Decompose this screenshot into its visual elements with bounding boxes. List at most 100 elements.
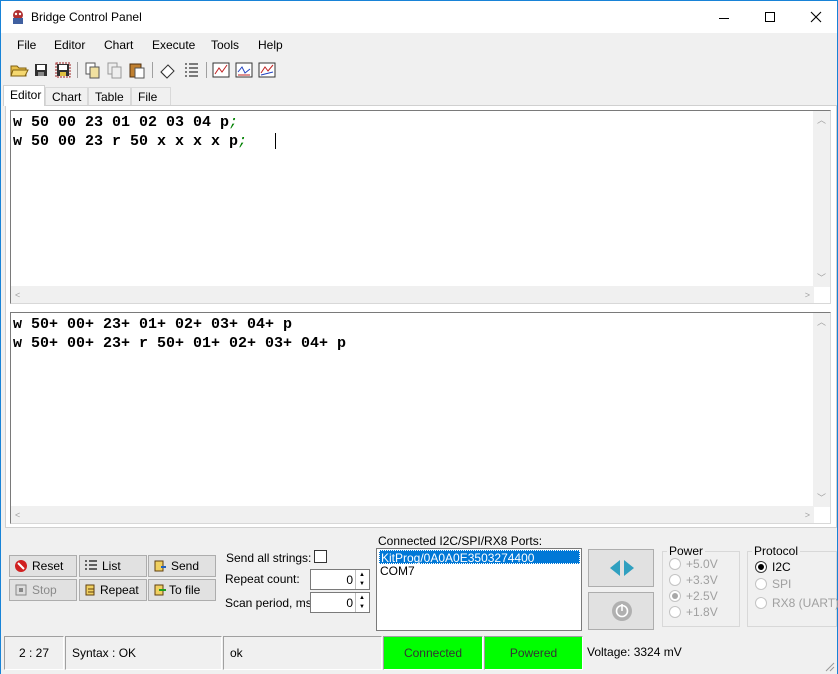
repeat-count-stepper[interactable]: 0 ▲ ▼ bbox=[310, 569, 370, 590]
send-button[interactable]: Send bbox=[148, 555, 216, 577]
close-icon bbox=[810, 11, 822, 23]
scroll-up-icon[interactable]: ︿ bbox=[817, 317, 826, 327]
output-vertical-scrollbar[interactable]: ︿ ﹀ bbox=[813, 313, 830, 507]
menu-chart[interactable]: Chart bbox=[104, 38, 133, 52]
power-title: Power bbox=[667, 544, 706, 558]
ports-list[interactable]: KitProg/0A0A0E3503274400 COM7 bbox=[376, 548, 582, 631]
scroll-left-icon[interactable]: < bbox=[15, 510, 20, 520]
stepper-down-icon[interactable]: ▼ bbox=[359, 604, 365, 610]
status-powered-badge: Powered bbox=[484, 636, 583, 670]
open-icon[interactable] bbox=[9, 60, 29, 80]
repeat-button[interactable]: Repeat bbox=[79, 579, 147, 601]
output-line: w 50+ 00+ 23+ r 50+ 01+ 02+ 03+ 04+ p bbox=[13, 335, 347, 352]
power-toggle-button[interactable] bbox=[588, 592, 654, 630]
list-icon[interactable] bbox=[181, 60, 201, 80]
stepper-buttons[interactable]: ▲ ▼ bbox=[355, 570, 369, 589]
chart1-icon[interactable] bbox=[211, 60, 231, 80]
port-item-com7[interactable]: COM7 bbox=[379, 564, 580, 578]
power-option-2v5[interactable]: +2.5V bbox=[669, 589, 718, 603]
tab-chart[interactable]: Chart bbox=[45, 87, 88, 105]
send-label: Send bbox=[171, 559, 200, 573]
tab-table[interactable]: Table bbox=[88, 87, 131, 105]
menu-file[interactable]: File bbox=[17, 38, 36, 52]
chart3-icon[interactable] bbox=[257, 60, 277, 80]
power-option-label: +2.5V bbox=[686, 589, 718, 603]
menu-help[interactable]: Help bbox=[258, 38, 283, 52]
script-horizontal-scrollbar[interactable]: < > bbox=[11, 286, 814, 303]
protocol-option-rx8[interactable]: RX8 (UART) bbox=[755, 596, 838, 610]
tab-editor[interactable]: Editor bbox=[3, 85, 45, 106]
window-title: Bridge Control Panel bbox=[31, 10, 142, 24]
stop-button[interactable]: Stop bbox=[9, 579, 77, 601]
protocol-option-label: SPI bbox=[772, 577, 792, 591]
power-option-1v8[interactable]: +1.8V bbox=[669, 605, 718, 619]
close-button[interactable] bbox=[793, 1, 838, 33]
erase-icon[interactable] bbox=[158, 60, 178, 80]
scan-period-value: 0 bbox=[346, 596, 353, 610]
protocol-option-spi[interactable]: SPI bbox=[755, 577, 791, 591]
repeat-icon bbox=[85, 584, 95, 596]
menu-tools[interactable]: Tools bbox=[211, 38, 239, 52]
chart2-icon[interactable] bbox=[234, 60, 254, 80]
radio-icon bbox=[755, 597, 767, 609]
list-icon bbox=[85, 560, 97, 570]
scroll-right-icon[interactable]: > bbox=[805, 510, 810, 520]
send-all-strings-checkbox[interactable] bbox=[314, 550, 327, 563]
maximize-button[interactable] bbox=[747, 1, 793, 33]
protocol-option-i2c[interactable]: I2C bbox=[755, 560, 791, 574]
scroll-down-icon[interactable]: ﹀ bbox=[817, 273, 826, 283]
power-icon bbox=[612, 601, 632, 621]
minimize-button[interactable] bbox=[701, 1, 747, 33]
output-line: w 50+ 00+ 23+ 01+ 02+ 03+ 04+ p bbox=[13, 316, 293, 333]
port-item-kitprog[interactable]: KitProg/0A0A0E3503274400 bbox=[379, 550, 580, 565]
copy-icon[interactable] bbox=[83, 60, 103, 80]
reset-button[interactable]: Reset bbox=[9, 555, 77, 577]
script-line: w 50 00 23 r 50 x x x x p; bbox=[13, 133, 248, 150]
to-file-icon bbox=[154, 584, 166, 596]
resize-grip-icon[interactable] bbox=[823, 660, 835, 672]
cut-icon[interactable] bbox=[105, 60, 125, 80]
power-option-5v[interactable]: +5.0V bbox=[669, 557, 718, 571]
to-file-label: To file bbox=[169, 583, 201, 597]
power-option-label: +5.0V bbox=[686, 557, 718, 571]
toolbar bbox=[1, 58, 837, 82]
output-horizontal-scrollbar[interactable]: < > bbox=[11, 506, 814, 523]
scan-period-label: Scan period, ms: bbox=[225, 596, 316, 610]
stepper-up-icon[interactable]: ▲ bbox=[359, 572, 365, 578]
scroll-down-icon[interactable]: ﹀ bbox=[817, 493, 826, 503]
power-option-label: +3.3V bbox=[686, 573, 718, 587]
toggle-protocol-button[interactable] bbox=[588, 549, 654, 587]
maximize-icon bbox=[765, 12, 775, 22]
stepper-up-icon[interactable]: ▲ bbox=[359, 595, 365, 601]
to-file-button[interactable]: To file bbox=[148, 579, 216, 601]
stepper-down-icon[interactable]: ▼ bbox=[359, 581, 365, 587]
scroll-right-icon[interactable]: > bbox=[805, 290, 810, 300]
scan-period-stepper[interactable]: 0 ▲ ▼ bbox=[310, 592, 370, 613]
radio-selected-icon bbox=[669, 590, 681, 602]
script-editor[interactable]: w 50 00 23 01 02 03 04 p; w 50 00 23 r 5… bbox=[10, 110, 831, 304]
radio-icon bbox=[669, 606, 681, 618]
power-option-label: +1.8V bbox=[686, 605, 718, 619]
radio-selected-icon bbox=[755, 561, 767, 573]
reset-label: Reset bbox=[32, 559, 64, 573]
repeat-label: Repeat bbox=[100, 583, 139, 597]
power-option-3v3[interactable]: +3.3V bbox=[669, 573, 718, 587]
menu-editor[interactable]: Editor bbox=[54, 38, 85, 52]
status-cursor-position: 2 : 27 bbox=[4, 636, 64, 670]
radio-icon bbox=[669, 558, 681, 570]
menu-execute[interactable]: Execute bbox=[152, 38, 195, 52]
protocol-title: Protocol bbox=[752, 544, 801, 558]
save-all-icon[interactable] bbox=[53, 60, 73, 80]
text-caret bbox=[275, 133, 276, 149]
paste-icon[interactable] bbox=[127, 60, 147, 80]
scroll-up-icon[interactable]: ︿ bbox=[817, 115, 826, 125]
scroll-left-icon[interactable]: < bbox=[15, 290, 20, 300]
stepper-buttons[interactable]: ▲ ▼ bbox=[355, 593, 369, 612]
save-icon[interactable] bbox=[31, 60, 51, 80]
app-window: Bridge Control Panel File Editor Chart E… bbox=[0, 0, 838, 674]
script-vertical-scrollbar[interactable]: ︿ ﹀ bbox=[813, 111, 830, 287]
toolbar-separator bbox=[206, 62, 207, 78]
output-log[interactable]: w 50+ 00+ 23+ 01+ 02+ 03+ 04+ p w 50+ 00… bbox=[10, 312, 831, 524]
list-button[interactable]: List bbox=[79, 555, 147, 577]
tab-file[interactable]: File bbox=[131, 87, 171, 105]
